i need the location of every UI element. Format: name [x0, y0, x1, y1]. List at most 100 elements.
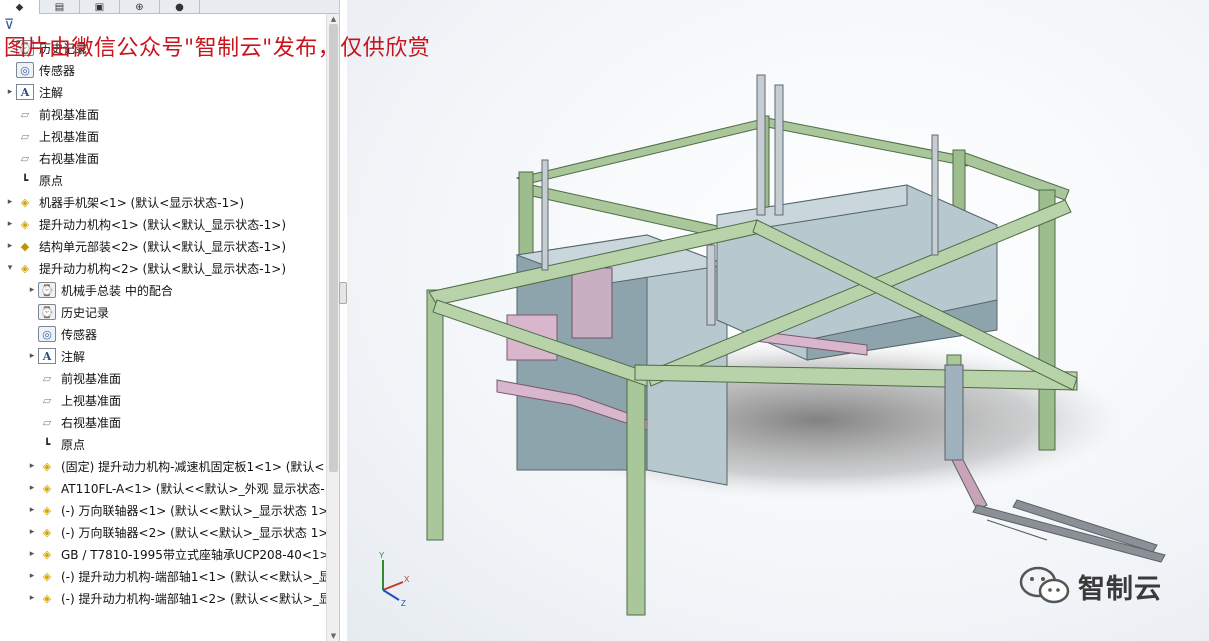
scroll-up-icon[interactable]: ▲	[327, 14, 339, 24]
tree-item-label: 原点	[39, 173, 64, 188]
expand-arrow-icon[interactable]: ▸	[26, 527, 38, 537]
expand-arrow-icon[interactable]: ▸	[4, 219, 16, 229]
tree-item-label: 右视基准面	[39, 151, 100, 166]
panel-tabs: ◆ ▤ ▣ ⊕ ●	[0, 0, 339, 14]
watermark-text: 图片由微信公众号"智制云"发布，仅供欣赏	[4, 36, 431, 61]
display-manager-tab[interactable]: ●	[160, 0, 200, 14]
tree-item[interactable]: ▸ ◆ 结构单元部装<2> (默认<默认_显示状态-1>)	[0, 235, 326, 257]
component-icon: ◈	[42, 459, 52, 473]
tree-item[interactable]: ▸ ◈ (-) 万向联轴器<1> (默认<<默认>_显示状态 1>	[0, 499, 326, 521]
expand-arrow-icon[interactable]: ▾	[4, 263, 16, 273]
expand-arrow-icon[interactable]: ▸	[26, 483, 38, 493]
wechat-logo-icon	[1019, 566, 1070, 604]
assembly-model: Y X Z	[379, 74, 1166, 616]
subassembly-icon: ◆	[20, 239, 30, 253]
tree-item[interactable]: ▸ ◈ (-) 提升动力机构-端部轴1<2> (默认<<默认>_显	[0, 587, 326, 609]
tree-item-label: 原点	[61, 437, 86, 452]
component-icon: ◈	[20, 261, 30, 275]
tree-item-label: 传感器	[39, 63, 76, 78]
property-manager-tab[interactable]: ▤	[40, 0, 80, 14]
expand-arrow-icon[interactable]: ▸	[26, 285, 38, 295]
tree-item[interactable]: ▸ ◈ GB / T7810-1995带立式座轴承UCP208-40<1>	[0, 543, 326, 565]
tree-item-label: AT110FL-A<1> (默认<<默认>_外观 显示状态-	[61, 481, 325, 496]
tree-item-label: GB / T7810-1995带立式座轴承UCP208-40<1>	[61, 547, 326, 562]
history-icon: ⌚	[38, 304, 56, 320]
tree-item[interactable]: ▸ A 注解	[0, 81, 326, 103]
feature-manager-icon: ◆	[15, 1, 24, 13]
annotation-icon: A	[38, 348, 56, 364]
expand-arrow-icon[interactable]: ▸	[4, 241, 16, 251]
expand-arrow-icon[interactable]: ▸	[26, 571, 38, 581]
dimxpert-tab[interactable]: ⊕	[120, 0, 160, 14]
triad-x-label: X	[404, 575, 410, 584]
tree-item-label: (-) 提升动力机构-端部轴1<1> (默认<<默认>_显	[61, 569, 326, 584]
logo-text: 智制云	[1078, 573, 1162, 605]
tree-item[interactable]: ▸ ◈ (-) 提升动力机构-端部轴1<1> (默认<<默认>_显	[0, 565, 326, 587]
tree-item-label: (-) 万向联轴器<1> (默认<<默认>_显示状态 1>	[61, 503, 326, 518]
plane-icon: ▱	[20, 107, 30, 121]
tree-item-label: 上视基准面	[39, 129, 100, 144]
tree-item-label: 前视基准面	[61, 371, 122, 386]
dimxpert-icon: ⊕	[135, 1, 144, 13]
panel-splitter[interactable]	[339, 282, 347, 304]
view-triad: Y X Z	[379, 551, 410, 608]
tree-item[interactable]: ▸ ◈ (固定) 提升动力机构-减速机固定板1<1> (默认<	[0, 455, 326, 477]
tree-item[interactable]: ▸ ◈ AT110FL-A<1> (默认<<默认>_外观 显示状态-	[0, 477, 326, 499]
configuration-manager-icon: ▣	[94, 1, 105, 13]
plane-icon: ▱	[42, 371, 52, 385]
plane-icon: ▱	[42, 415, 52, 429]
tree-item[interactable]: ▱ 前视基准面	[0, 103, 326, 125]
tree-item[interactable]: ▱ 右视基准面	[0, 411, 326, 433]
tree-item-label: (固定) 提升动力机构-减速机固定板1<1> (默认<	[61, 459, 325, 474]
tree-item[interactable]: ▾ ◈ 提升动力机构<2> (默认<默认_显示状态-1>)	[0, 257, 326, 279]
tree-item[interactable]: ▸ A 注解	[0, 345, 326, 367]
annotation-icon: A	[16, 84, 34, 100]
tree-item-label: (-) 提升动力机构-端部轴1<2> (默认<<默认>_显	[61, 591, 326, 606]
origin-icon: ┗	[21, 173, 29, 187]
configuration-manager-tab[interactable]: ▣	[80, 0, 120, 14]
tree-item-label: 传感器	[61, 327, 98, 342]
tree-item-label: 提升动力机构<2> (默认<默认_显示状态-1>)	[39, 261, 286, 276]
origin-icon: ┗	[43, 437, 51, 451]
tree-item-label: 上视基准面	[61, 393, 122, 408]
expand-arrow-icon[interactable]: ▸	[26, 549, 38, 559]
component-icon: ◈	[42, 525, 52, 539]
tree-item[interactable]: ┗ 原点	[0, 433, 326, 455]
tree-item-label: 机械手总装 中的配合	[61, 283, 173, 298]
tree-item[interactable]: ⌚ 历史记录	[0, 301, 326, 323]
graphics-viewport[interactable]: Y X Z	[347, 0, 1209, 641]
tree-item-label: (-) 万向联轴器<2> (默认<<默认>_显示状态 1>	[61, 525, 326, 540]
tree-item[interactable]: ▱ 右视基准面	[0, 147, 326, 169]
tree-item[interactable]: ▸ ⌚ 机械手总装 中的配合	[0, 279, 326, 301]
component-icon: ◈	[42, 547, 52, 561]
component-icon: ◈	[20, 195, 30, 209]
expand-arrow-icon[interactable]: ▸	[4, 197, 16, 207]
tree-item[interactable]: ▱ 前视基准面	[0, 367, 326, 389]
tree-item[interactable]: ▱ 上视基准面	[0, 389, 326, 411]
tree-item[interactable]: ┗ 原点	[0, 169, 326, 191]
scroll-down-icon[interactable]: ▼	[327, 631, 339, 641]
property-manager-icon: ▤	[54, 1, 65, 13]
triad-z-label: Z	[401, 599, 406, 608]
expand-arrow-icon[interactable]: ▸	[26, 593, 38, 603]
scroll-thumb[interactable]	[329, 24, 338, 472]
tree-item[interactable]: ◎ 传感器	[0, 323, 326, 345]
tree-item[interactable]: ▸ ◈ (-) 万向联轴器<2> (默认<<默认>_显示状态 1>	[0, 521, 326, 543]
tree-item[interactable]: ▸ ◈ 提升动力机构<1> (默认<默认_显示状态-1>)	[0, 213, 326, 235]
expand-arrow-icon[interactable]: ▸	[26, 351, 38, 361]
feature-manager-tab[interactable]: ◆	[0, 0, 40, 14]
expand-arrow-icon[interactable]: ▸	[26, 461, 38, 471]
history-icon: ⌚	[38, 282, 56, 298]
tree-item-label: 结构单元部装<2> (默认<默认_显示状态-1>)	[39, 239, 286, 254]
tree-item[interactable]: ▱ 上视基准面	[0, 125, 326, 147]
tree-item[interactable]: ◎ 传感器	[0, 59, 326, 81]
tree-scrollbar[interactable]: ▲ ▼	[326, 14, 339, 641]
tree-item-label: 注解	[61, 349, 86, 364]
triad-y-label: Y	[379, 551, 385, 560]
expand-arrow-icon[interactable]: ▸	[4, 87, 16, 97]
expand-arrow-icon[interactable]: ▸	[26, 505, 38, 515]
component-icon: ◈	[42, 503, 52, 517]
sensor-icon: ◎	[16, 62, 34, 78]
tree-item[interactable]: ▸ ◈ 机器手机架<1> (默认<显示状态-1>)	[0, 191, 326, 213]
plane-icon: ▱	[20, 129, 30, 143]
